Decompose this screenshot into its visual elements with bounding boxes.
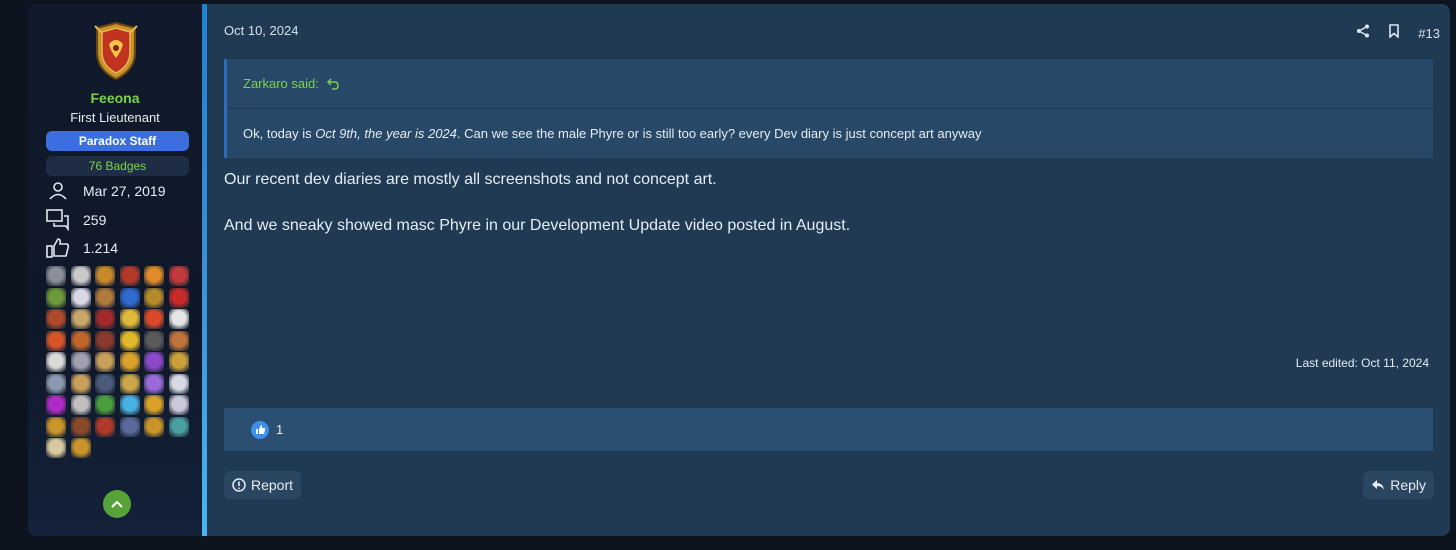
quote-text: Ok, today is Oct 9th, the year is 2024. … (227, 109, 1433, 141)
user-title: First Lieutenant (70, 110, 160, 125)
quote-header: Zarkaro said: (227, 59, 1433, 109)
castle-icon[interactable] (119, 352, 140, 372)
gold-shield-icon[interactable] (144, 395, 164, 415)
report-button[interactable]: Report (224, 471, 302, 499)
green-leaf-icon[interactable] (95, 395, 115, 415)
spider-icon[interactable] (95, 416, 115, 437)
crossed-swords-icon[interactable] (144, 416, 164, 437)
trophy-grid (46, 266, 189, 458)
planet-icon[interactable] (168, 416, 189, 437)
book-icon[interactable] (95, 373, 115, 394)
message-paragraph: And we sneaky showed masc Phyre in our D… (224, 217, 851, 234)
reply-arrow-icon (1372, 480, 1385, 490)
purple-eye-icon[interactable] (144, 352, 164, 372)
report-label: Report (251, 477, 294, 493)
scroll-to-top-button[interactable] (103, 490, 131, 518)
reaction-score: 1.214 (83, 240, 119, 256)
glyph-icon[interactable] (168, 395, 189, 415)
chevron-up-icon (111, 500, 123, 508)
flower-icon[interactable] (144, 309, 164, 329)
quote-text-italic: Oct 9th, the year is 2024 (315, 126, 457, 141)
comet-icon[interactable] (144, 266, 164, 286)
crystal-icon[interactable] (144, 373, 164, 394)
quote-text-part: Ok, today is (243, 126, 316, 141)
reactions-stat: 1.214 (46, 237, 118, 259)
go-to-quote-icon[interactable] (326, 78, 339, 90)
flag-stripes-icon[interactable] (70, 266, 91, 286)
gold-coin-icon[interactable] (119, 373, 140, 394)
crown-icon[interactable] (119, 309, 140, 329)
flame-icon[interactable] (95, 330, 115, 351)
banner-icon[interactable] (119, 416, 140, 437)
crow-icon[interactable] (70, 416, 91, 437)
crest-shield-icon (94, 21, 138, 81)
post-number[interactable]: #13 (1418, 26, 1440, 41)
like-count: 1 (276, 422, 284, 437)
chat-bubbles-icon (46, 209, 70, 231)
red-emblem-icon[interactable] (168, 287, 189, 308)
last-edited: Last edited: Oct 11, 2024 (1295, 356, 1429, 370)
message-paragraph: Our recent dev diaries are mostly all sc… (224, 171, 717, 188)
rack-icon[interactable] (168, 330, 189, 351)
cat-icon[interactable] (46, 438, 66, 458)
mech-icon[interactable] (70, 287, 91, 308)
compass-icon[interactable] (168, 352, 189, 372)
quote-author[interactable]: Zarkaro said: (243, 76, 319, 91)
joined-stat: Mar 27, 2019 (46, 180, 166, 202)
skull-icon[interactable] (46, 266, 66, 286)
quote-text-part: . Can we see the male Phyre or is still … (456, 126, 982, 141)
dragon-icon[interactable] (119, 266, 140, 286)
chest-icon[interactable] (70, 438, 91, 458)
orange-arc-icon[interactable] (46, 330, 66, 351)
post-actions: #13 (1356, 24, 1440, 43)
alert-circle-icon (232, 478, 246, 492)
reactions-bar[interactable]: 1 (224, 408, 1433, 451)
post-main: Oct 10, 2024 #13 Zarkaro said: Ok, today… (207, 4, 1450, 536)
blue-gem-icon[interactable] (119, 395, 140, 415)
username[interactable]: Feeona (28, 90, 202, 106)
mage-icon[interactable] (70, 373, 91, 394)
radiation-icon[interactable] (119, 330, 140, 351)
quote-block: Zarkaro said: Ok, today is Oct 9th, the … (224, 59, 1433, 158)
avatar[interactable] (91, 21, 141, 81)
user-sidebar: Feeona First Lieutenant Paradox Staff 76… (28, 4, 202, 536)
helmet-icon[interactable] (46, 287, 66, 308)
purple-square-icon[interactable] (46, 395, 66, 415)
red-dragon-icon[interactable] (95, 309, 115, 329)
wizard-icon[interactable] (46, 373, 66, 394)
bookmark-icon[interactable] (1388, 24, 1400, 43)
m-logo-icon[interactable] (168, 309, 189, 329)
serpent-icon[interactable] (95, 287, 115, 308)
messages-count: 259 (83, 212, 107, 228)
share-icon[interactable] (1356, 24, 1370, 43)
tiger-icon[interactable] (70, 330, 91, 351)
potion-icon[interactable] (95, 266, 115, 286)
dark-helmet-icon[interactable] (144, 330, 164, 351)
temple-icon[interactable] (46, 416, 66, 437)
staff-badge: Paradox Staff (46, 131, 189, 151)
post-date[interactable]: Oct 10, 2024 (224, 23, 298, 38)
person-icon (46, 180, 70, 202)
union-jack-icon[interactable] (168, 266, 189, 286)
arrow-icon[interactable] (168, 373, 189, 394)
post: Feeona First Lieutenant Paradox Staff 76… (28, 4, 1450, 536)
mask-icon[interactable] (144, 287, 164, 308)
spqr-icon[interactable] (70, 395, 91, 415)
tower-icon[interactable] (46, 309, 66, 329)
badges-count[interactable]: 76 Badges (46, 156, 189, 176)
thumbs-up-icon (46, 237, 70, 259)
blue-badge-icon[interactable] (119, 287, 140, 308)
card-icon[interactable] (95, 352, 115, 372)
reply-button[interactable]: Reply (1363, 471, 1434, 499)
star-icon[interactable] (70, 309, 91, 329)
like-icon (251, 420, 269, 439)
figure-icon[interactable] (70, 352, 91, 372)
joined-date: Mar 27, 2019 (83, 183, 166, 199)
reply-label: Reply (1390, 477, 1426, 493)
messages-stat: 259 (46, 209, 106, 231)
wing-icon[interactable] (46, 352, 66, 372)
